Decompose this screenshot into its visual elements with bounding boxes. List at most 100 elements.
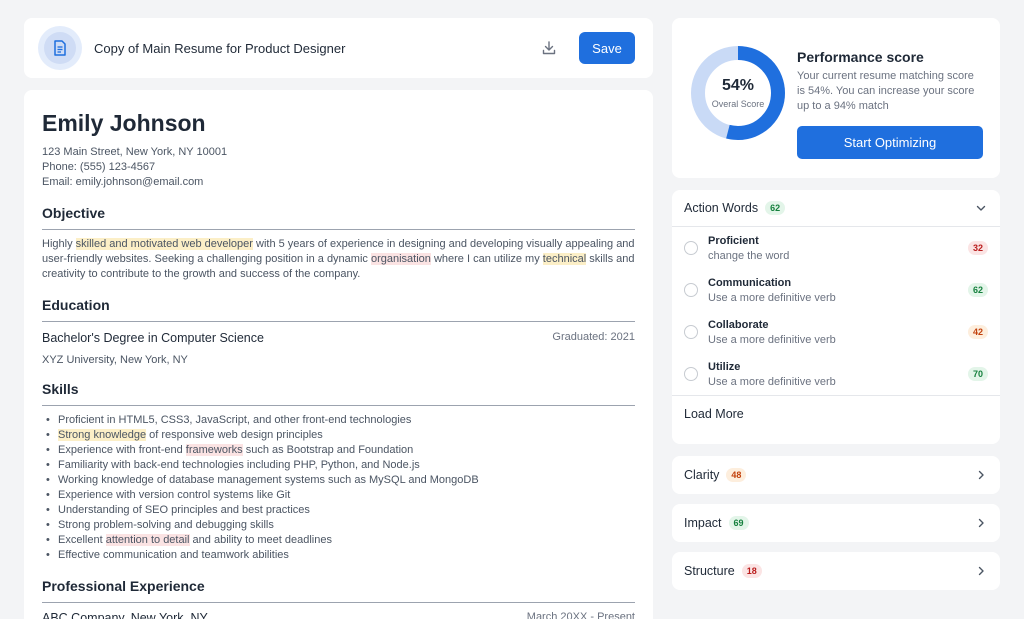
score-donut: 54% Overal Score xyxy=(690,45,786,141)
list-item: Communication Use a more definitive verb… xyxy=(684,269,988,311)
chevron-down-icon[interactable] xyxy=(974,201,988,215)
objective-heading: Objective xyxy=(42,205,635,230)
score-details: Performance score Your current resume ma… xyxy=(797,38,983,159)
chevron-right-icon[interactable] xyxy=(974,516,988,530)
list-item: Effective communication and teamwork abi… xyxy=(42,548,635,563)
word-radio[interactable] xyxy=(684,241,698,255)
skill-text-part: Experience with front-end xyxy=(58,444,186,456)
chevron-right-icon[interactable] xyxy=(974,468,988,482)
clarity-count-badge: 48 xyxy=(726,468,747,482)
clarity-title: Clarity xyxy=(684,468,720,482)
experience-dates: March 20XX - Present xyxy=(526,611,635,619)
word-hint: Use a more definitive verb xyxy=(708,291,836,304)
structure-title: Structure xyxy=(684,564,735,578)
action-words-header[interactable]: Action Words 62 xyxy=(672,190,1000,226)
structure-header[interactable]: Structure 18 xyxy=(672,552,1000,590)
skill-text-part: of responsive web design principles xyxy=(146,429,323,441)
impact-title: Impact xyxy=(684,516,722,530)
list-item: Working knowledge of database management… xyxy=(42,473,635,488)
score-label: Overal Score xyxy=(711,99,765,109)
start-optimizing-button[interactable]: Start Optimizing xyxy=(797,126,983,159)
experience-company: ABC Company, New York, NY xyxy=(42,611,208,619)
list-item: Strong knowledge of responsive web desig… xyxy=(42,428,635,443)
word-text: Utilize Use a more definitive verb xyxy=(708,361,961,388)
word-text: Communication Use a more definitive verb xyxy=(708,277,961,304)
education-degree: Bachelor's Degree in Computer Science xyxy=(42,331,264,345)
education-university: XYZ University, New York, NY xyxy=(42,354,188,366)
chevron-right-glyph xyxy=(978,470,984,480)
list-item: Excellent attention to detail and abilit… xyxy=(42,533,635,548)
skills-list: Proficient in HTML5, CSS3, JavaScript, a… xyxy=(42,413,635,563)
document-icon-inner xyxy=(44,32,76,64)
word-hint: Use a more definitive verb xyxy=(708,375,836,388)
action-words-title: Action Words xyxy=(684,201,759,215)
highlight-phrase[interactable]: attention to detail xyxy=(105,534,190,546)
word-name: Proficient xyxy=(708,234,759,247)
list-item: Strong problem-solving and debugging ski… xyxy=(42,518,635,533)
list-item: Experience with front-end frameworks suc… xyxy=(42,443,635,458)
score-title: Performance score xyxy=(797,49,924,65)
highlight-phrase[interactable]: frameworks xyxy=(185,444,243,456)
score-description: Your current resume matching score is 54… xyxy=(797,70,975,112)
word-score-badge: 42 xyxy=(967,325,988,339)
action-words-count-badge: 62 xyxy=(765,201,786,215)
list-item: Proficient change the word 32 xyxy=(684,227,988,269)
donut-center: 54% Overal Score xyxy=(690,45,786,141)
list-item: Utilize Use a more definitive verb 70 xyxy=(684,353,988,395)
resume-contact: 123 Main Street, New York, NY 10001 Phon… xyxy=(42,145,635,190)
clarity-panel[interactable]: Clarity 48 xyxy=(672,456,1000,494)
impact-count-badge: 69 xyxy=(728,516,749,530)
save-button[interactable]: Save xyxy=(579,32,635,64)
list-item: Proficient in HTML5, CSS3, JavaScript, a… xyxy=(42,413,635,428)
document-icon xyxy=(54,40,66,56)
structure-panel[interactable]: Structure 18 xyxy=(672,552,1000,590)
list-item: Familiarity with back-end technologies i… xyxy=(42,458,635,473)
resume-document: Emily Johnson 123 Main Street, New York,… xyxy=(24,90,653,619)
word-radio[interactable] xyxy=(684,367,698,381)
action-word-list: Proficient change the word 32 Communicat… xyxy=(672,227,1000,395)
word-text: Proficient change the word xyxy=(708,235,961,262)
education-graduated: Graduated: 2021 xyxy=(552,331,635,343)
download-button[interactable] xyxy=(535,34,563,62)
word-radio[interactable] xyxy=(684,325,698,339)
list-item: Experience with version control systems … xyxy=(42,488,635,503)
skill-text-part: such as Bootstrap and Foundation xyxy=(242,444,414,456)
skills-heading: Skills xyxy=(42,381,635,406)
skill-text-part: Excellent xyxy=(58,534,106,546)
clarity-header[interactable]: Clarity 48 xyxy=(672,456,1000,494)
structure-count-badge: 18 xyxy=(741,564,762,578)
word-score-badge: 62 xyxy=(967,283,988,297)
skill-text-part: and ability to meet deadlines xyxy=(189,534,332,546)
word-hint: Use a more definitive verb xyxy=(708,333,836,346)
score-percent: 54% xyxy=(721,77,755,94)
list-item: Understanding of SEO principles and best… xyxy=(42,503,635,518)
objective-text-part: where I can utilize my xyxy=(430,253,543,265)
education-row: Bachelor's Degree in Computer Science Gr… xyxy=(42,331,635,345)
word-name: Communication xyxy=(708,276,792,289)
highlight-phrase[interactable]: technical xyxy=(542,253,587,265)
word-hint: change the word xyxy=(708,249,790,262)
list-item: Collaborate Use a more definitive verb 4… xyxy=(684,311,988,353)
load-more-button[interactable]: Load More xyxy=(672,396,1000,432)
impact-header[interactable]: Impact 69 xyxy=(672,504,1000,542)
resume-phone: Phone: (555) 123-4567 xyxy=(42,161,156,173)
chevron-right-glyph xyxy=(978,518,984,528)
action-words-panel: Action Words 62 Proficient change the wo… xyxy=(672,190,1000,444)
word-radio[interactable] xyxy=(684,283,698,297)
word-name: Utilize xyxy=(708,360,741,373)
highlight-phrase[interactable]: organisation xyxy=(370,253,431,265)
word-text: Collaborate Use a more definitive verb xyxy=(708,319,961,346)
document-icon-badge xyxy=(38,26,82,70)
experience-heading: Professional Experience xyxy=(42,578,635,603)
highlight-phrase[interactable]: skilled and motivated web developer xyxy=(75,238,253,250)
resume-email: Email: emily.johnson@email.com xyxy=(42,176,204,188)
education-heading: Education xyxy=(42,297,635,322)
experience-row: ABC Company, New York, NY March 20XX - P… xyxy=(42,611,635,619)
highlight-phrase[interactable]: Strong knowledge xyxy=(58,429,147,441)
word-score-badge: 70 xyxy=(967,367,988,381)
chevron-right-glyph xyxy=(978,566,984,576)
word-score-badge: 32 xyxy=(967,241,988,255)
impact-panel[interactable]: Impact 69 xyxy=(672,504,1000,542)
objective-text-part: Highly xyxy=(42,238,76,250)
chevron-right-icon[interactable] xyxy=(974,564,988,578)
